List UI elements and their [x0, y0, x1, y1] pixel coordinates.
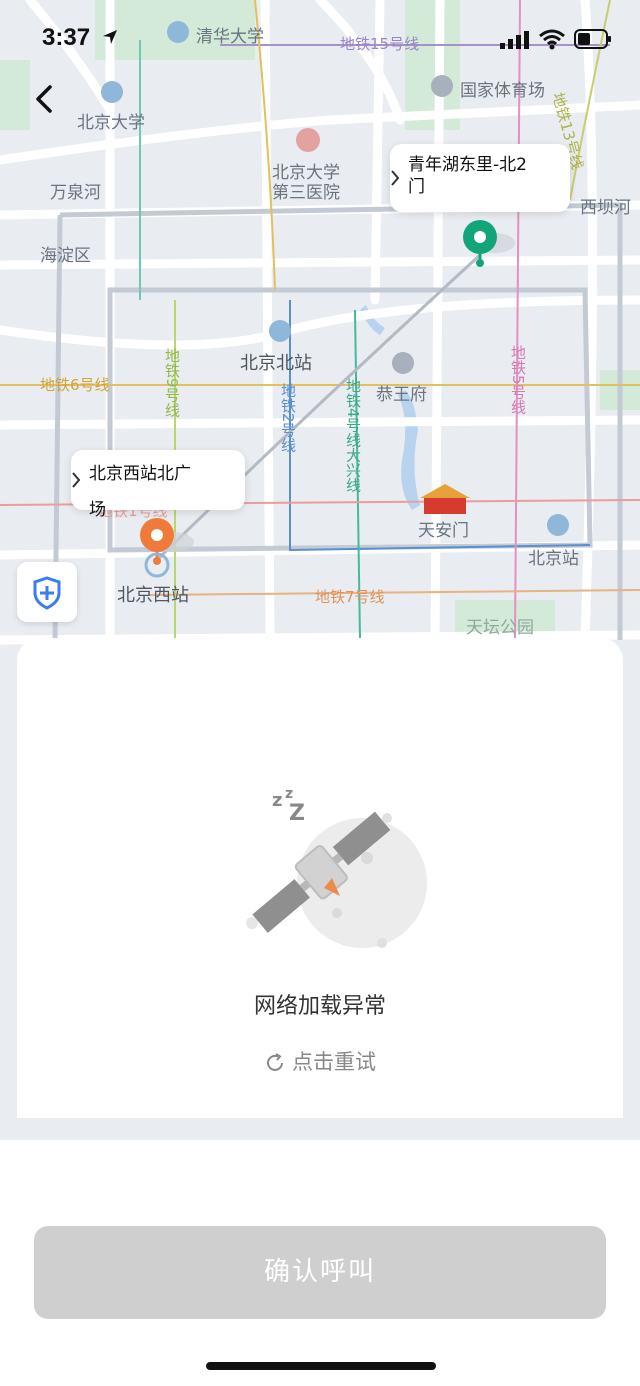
map-label-tiantan: 天坛公园: [466, 618, 534, 638]
map-label-line6: 地铁6号线: [40, 376, 110, 394]
map-label-wanquanhe: 万泉河: [50, 183, 101, 203]
destination-callout-label: 青年湖东里-北2门: [408, 155, 527, 197]
shield-plus-icon: [33, 576, 61, 610]
svg-text:z: z: [272, 790, 282, 811]
confirm-call-button[interactable]: 确认呼叫: [34, 1226, 606, 1319]
map-label-pku: 北京大学: [77, 113, 145, 133]
map-label-line2: 地铁2号线: [279, 383, 297, 453]
svg-text:Z: Z: [289, 801, 305, 826]
map-label-gongwangfu: 恭王府: [376, 385, 427, 405]
origin-callout[interactable]: 北京西站北广场: [71, 450, 245, 520]
status-bar: 3:37: [0, 0, 640, 80]
refresh-icon: [267, 1053, 283, 1071]
map-label-pku-hospital-2: 第三医院: [272, 183, 340, 203]
tiananmen-icon: [420, 484, 470, 514]
network-error-text: 网络加载异常: [253, 994, 386, 1019]
map-label-line9: 地铁9号线: [163, 348, 181, 418]
destination-callout[interactable]: 青年湖东里-北2门: [390, 144, 570, 212]
map-label-beijing-north: 北京北站: [240, 353, 312, 374]
chevron-right-icon: [72, 472, 81, 488]
map-label-xibahe: 西坝河: [580, 198, 631, 218]
map-label-tiananmen: 天安门: [418, 521, 469, 541]
status-time: 3:37: [42, 24, 91, 51]
sleeping-satellite-illustration: z z Z: [246, 786, 427, 948]
chevron-right-icon: [391, 170, 400, 186]
safety-shield-button[interactable]: [17, 562, 77, 622]
cellular-signal-icon: [500, 31, 529, 49]
wifi-icon: [539, 29, 565, 50]
location-arrow-icon: [103, 30, 117, 44]
back-arrow-icon[interactable]: [28, 82, 62, 116]
network-error-panel: z z Z 网络加载异常 点击重试: [17, 638, 623, 1118]
map-label-haidian: 海淀区: [40, 246, 91, 266]
map-label-line5: 地铁5号线: [509, 345, 527, 415]
retry-label: 点击重试: [292, 1050, 376, 1074]
map-label-line4: 地铁4号线大兴线: [344, 378, 362, 493]
bottom-bar: 确认呼叫: [0, 1140, 640, 1386]
battery-icon: [574, 29, 611, 49]
map-label-line7: 地铁7号线: [315, 588, 385, 606]
map-label-beijing-west: 北京西站: [117, 585, 189, 606]
svg-text:z: z: [285, 786, 293, 802]
map-label-beijing-station: 北京站: [528, 549, 579, 569]
home-indicator[interactable]: [206, 1362, 436, 1370]
origin-pin-icon: [140, 518, 194, 578]
retry-button[interactable]: 点击重试: [17, 1046, 623, 1076]
